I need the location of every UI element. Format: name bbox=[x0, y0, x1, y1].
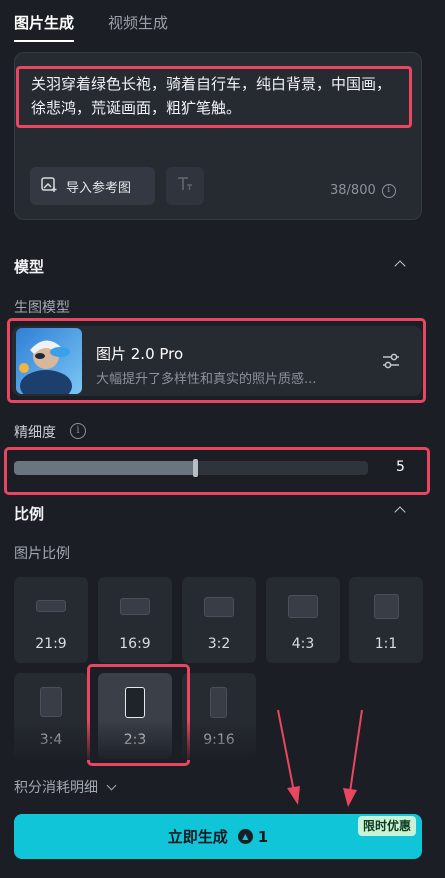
ratio-label: 1:1 bbox=[374, 636, 398, 652]
ratio-option-4-3[interactable]: 4:3 bbox=[266, 577, 340, 663]
import-reference-label: 导入参考图 bbox=[66, 180, 132, 196]
chevron-down-icon bbox=[106, 780, 117, 790]
ratio-1-1-icon bbox=[374, 594, 399, 619]
ratio-label: 9:16 bbox=[203, 732, 235, 748]
points-detail-label: 积分消耗明细 bbox=[14, 780, 98, 796]
ratio-3-2-icon bbox=[204, 597, 234, 617]
generate-label: 立即生成 bbox=[167, 828, 228, 846]
image-add-icon bbox=[40, 175, 58, 197]
points-detail-toggle[interactable]: 积分消耗明细 bbox=[14, 777, 117, 797]
annotation-arrows bbox=[270, 708, 380, 814]
ratio-option-9-16[interactable]: 9:16 bbox=[182, 673, 256, 759]
promo-badge: 限时优惠 bbox=[358, 816, 417, 836]
collapse-model-icon[interactable] bbox=[394, 260, 406, 272]
model-section-title: 模型 bbox=[14, 258, 45, 276]
credit-icon: ▲ bbox=[237, 829, 253, 844]
slider-highlight-box bbox=[4, 447, 430, 495]
generate-cost: ▲ 1 bbox=[237, 827, 269, 846]
ratio-4-3-icon bbox=[288, 595, 318, 618]
char-counter: 38/800 i bbox=[330, 183, 396, 198]
prompt-input[interactable]: 关羽穿着绿色长袍，骑着自行车，纯白背景，中国画，徐悲鸿，荒诞画面，粗犷笔触。 bbox=[16, 66, 412, 128]
import-reference-button[interactable]: 导入参考图 bbox=[30, 167, 155, 205]
ratio-option-3-2[interactable]: 3:2 bbox=[182, 577, 256, 663]
ratio-option-1-1[interactable]: 1:1 bbox=[349, 577, 423, 663]
text-format-button[interactable] bbox=[166, 167, 204, 205]
ratio-section-title: 比例 bbox=[14, 505, 45, 523]
ratio-label: 3:2 bbox=[207, 636, 231, 652]
char-count: 38/800 bbox=[330, 183, 376, 198]
text-format-icon bbox=[175, 174, 195, 198]
info-icon[interactable]: i bbox=[381, 183, 396, 198]
ratio-21-9-icon bbox=[36, 600, 66, 612]
tab-video-generation[interactable]: 视频生成 bbox=[108, 12, 168, 33]
ratio-label: 16:9 bbox=[119, 636, 151, 652]
tab-image-generation[interactable]: 图片生成 bbox=[14, 12, 75, 42]
ratio-highlight-box bbox=[87, 664, 190, 766]
ratio-16-9-icon bbox=[120, 598, 150, 615]
ratio-label: 3:4 bbox=[39, 732, 63, 748]
detail-info-icon[interactable]: i bbox=[70, 423, 86, 439]
ratio-9-16-icon bbox=[210, 687, 227, 718]
ratio-label: 21:9 bbox=[35, 636, 67, 652]
ratio-option-16-9[interactable]: 16:9 bbox=[98, 577, 172, 663]
generate-cost-value: 1 bbox=[257, 827, 269, 846]
ratio-option-21-9[interactable]: 21:9 bbox=[14, 577, 88, 663]
ratio-option-3-4[interactable]: 3:4 bbox=[14, 673, 88, 759]
model-highlight-box bbox=[7, 318, 426, 403]
collapse-ratio-icon[interactable] bbox=[394, 506, 406, 518]
ratio-label: 4:3 bbox=[291, 636, 315, 652]
model-sub-label: 生图模型 bbox=[14, 300, 70, 316]
detail-label: 精细度 bbox=[14, 425, 56, 441]
ratio-3-4-icon bbox=[40, 687, 62, 717]
ratio-sub-label: 图片比例 bbox=[14, 546, 70, 562]
